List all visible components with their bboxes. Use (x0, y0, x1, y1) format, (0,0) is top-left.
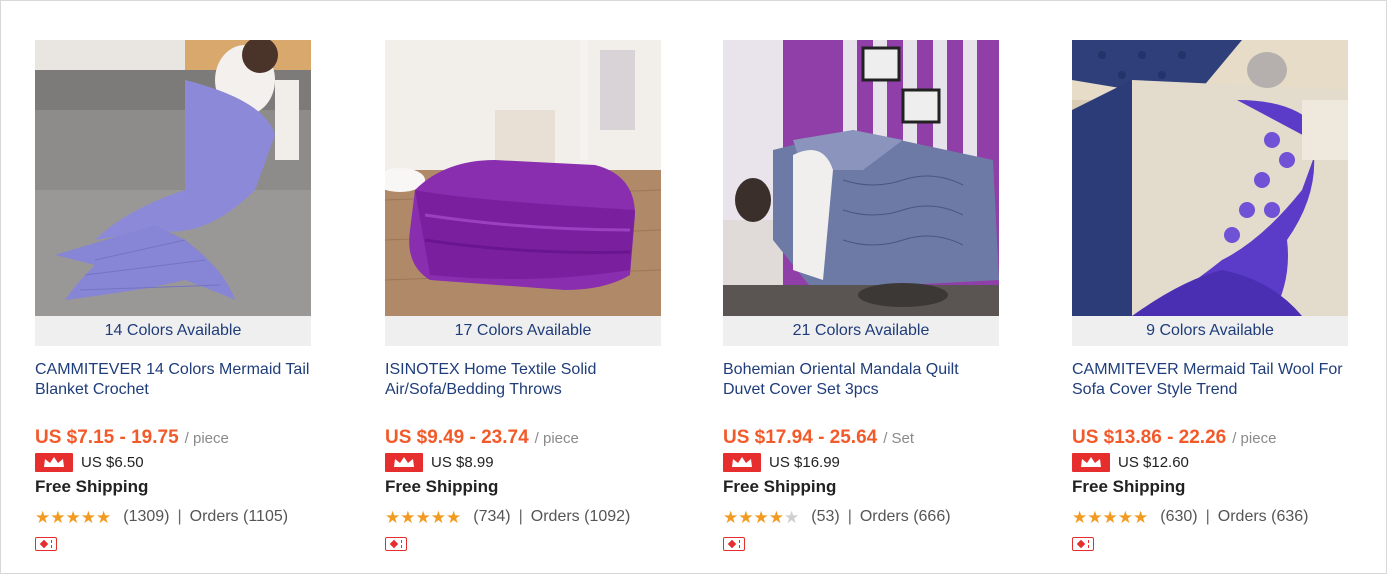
crown-icon (1072, 452, 1110, 472)
coupon-icon[interactable] (723, 537, 745, 551)
shipping-label: Free Shipping (35, 477, 149, 496)
star-icon: ★ (1072, 507, 1088, 527)
star-rating: ★ ★ ★ ★ ★ (723, 509, 799, 526)
product-image[interactable] (35, 40, 311, 316)
duvet-cover-image (723, 40, 999, 316)
star-icon: ★ (753, 507, 769, 527)
star-icon: ★ (1087, 507, 1103, 527)
price-unit: / piece (1232, 430, 1277, 447)
vip-price-row: US $6.50 (35, 452, 311, 472)
star-empty-icon: ★ (784, 507, 800, 527)
star-icon: ★ (1133, 507, 1149, 527)
mermaid-blanket-image (35, 40, 311, 316)
separator: | (1205, 508, 1210, 525)
separator: | (847, 508, 852, 525)
review-count[interactable]: (53) (811, 508, 839, 526)
colors-available: 17 Colors Available (385, 316, 661, 346)
price-unit: / piece (534, 430, 579, 447)
star-rating: ★ ★ ★ ★ ★ (35, 509, 111, 526)
colors-available: 14 Colors Available (35, 316, 311, 346)
rating-row: ★ ★ ★ ★ ★ (734) | Orders (1092) (385, 507, 661, 527)
vip-price-row: US $8.99 (385, 452, 661, 472)
vip-price: US $6.50 (81, 453, 144, 471)
star-icon: ★ (1117, 507, 1133, 527)
price: US $7.15 - 19.75 (35, 427, 179, 448)
product-grid: 14 Colors Available CAMMITEVER 14 Colors… (0, 0, 1387, 574)
star-icon: ★ (400, 507, 416, 527)
mermaid-wool-image (1072, 40, 1348, 316)
price: US $9.49 - 23.74 (385, 427, 529, 448)
star-icon: ★ (50, 507, 66, 527)
separator: | (177, 508, 182, 525)
product-image[interactable] (1072, 40, 1348, 316)
vip-price: US $12.60 (1118, 453, 1189, 471)
price-row: US $17.94 - 25.64 / Set (723, 427, 999, 449)
product-card[interactable]: 17 Colors Available ISINOTEX Home Textil… (385, 40, 661, 551)
star-icon: ★ (415, 507, 431, 527)
star-icon: ★ (738, 507, 754, 527)
price-row: US $9.49 - 23.74 / piece (385, 427, 661, 449)
separator: | (518, 508, 523, 525)
star-icon: ★ (723, 507, 739, 527)
price-row: US $7.15 - 19.75 / piece (35, 427, 311, 449)
star-rating: ★ ★ ★ ★ ★ (1072, 509, 1148, 526)
rating-row: ★ ★ ★ ★ ★ (53) | Orders (666) (723, 507, 999, 527)
product-title[interactable]: CAMMITEVER Mermaid Tail Wool For Sofa Co… (1072, 360, 1348, 402)
order-count: Orders (1105) (189, 508, 289, 525)
crown-icon (723, 452, 761, 472)
price-unit: / Set (883, 430, 915, 447)
order-count: Orders (666) (859, 508, 951, 525)
coupon-icon[interactable] (35, 537, 57, 551)
review-count[interactable]: (1309) (123, 508, 169, 526)
star-icon: ★ (385, 507, 401, 527)
product-card[interactable]: 14 Colors Available CAMMITEVER 14 Colors… (35, 40, 311, 551)
colors-available: 9 Colors Available (1072, 316, 1348, 346)
review-count[interactable]: (630) (1160, 508, 1197, 526)
price-unit: / piece (184, 430, 229, 447)
shipping-label: Free Shipping (385, 477, 499, 496)
shipping-label: Free Shipping (1072, 477, 1186, 496)
product-card[interactable]: 21 Colors Available Bohemian Oriental Ma… (723, 40, 999, 551)
star-icon: ★ (65, 507, 81, 527)
vip-price: US $16.99 (769, 453, 840, 471)
star-rating: ★ ★ ★ ★ ★ (385, 509, 461, 526)
star-icon: ★ (446, 507, 462, 527)
purple-throw-image (385, 40, 661, 316)
coupon-icon[interactable] (1072, 537, 1094, 551)
shipping-label: Free Shipping (723, 477, 837, 496)
star-icon: ★ (768, 507, 784, 527)
product-image[interactable] (723, 40, 999, 316)
product-title[interactable]: ISINOTEX Home Textile Solid Air/Sofa/Bed… (385, 360, 661, 402)
price: US $17.94 - 25.64 (723, 427, 878, 448)
crown-icon (385, 452, 423, 472)
rating-row: ★ ★ ★ ★ ★ (630) | Orders (636) (1072, 507, 1348, 527)
product-card[interactable]: 9 Colors Available CAMMITEVER Mermaid Ta… (1072, 40, 1348, 551)
review-count[interactable]: (734) (473, 508, 510, 526)
colors-available: 21 Colors Available (723, 316, 999, 346)
order-count: Orders (636) (1217, 508, 1309, 525)
price-row: US $13.86 - 22.26 / piece (1072, 427, 1348, 449)
star-icon: ★ (96, 507, 112, 527)
product-title[interactable]: CAMMITEVER 14 Colors Mermaid Tail Blanke… (35, 360, 311, 402)
star-icon: ★ (430, 507, 446, 527)
crown-icon (35, 452, 73, 472)
star-icon: ★ (35, 507, 51, 527)
star-icon: ★ (80, 507, 96, 527)
product-title[interactable]: Bohemian Oriental Mandala Quilt Duvet Co… (723, 360, 999, 402)
price: US $13.86 - 22.26 (1072, 427, 1227, 448)
vip-price: US $8.99 (431, 453, 494, 471)
vip-price-row: US $12.60 (1072, 452, 1348, 472)
product-image[interactable] (385, 40, 661, 316)
star-icon: ★ (1102, 507, 1118, 527)
coupon-icon[interactable] (385, 537, 407, 551)
rating-row: ★ ★ ★ ★ ★ (1309) | Orders (1105) (35, 507, 311, 527)
vip-price-row: US $16.99 (723, 452, 999, 472)
order-count: Orders (1092) (530, 508, 631, 525)
